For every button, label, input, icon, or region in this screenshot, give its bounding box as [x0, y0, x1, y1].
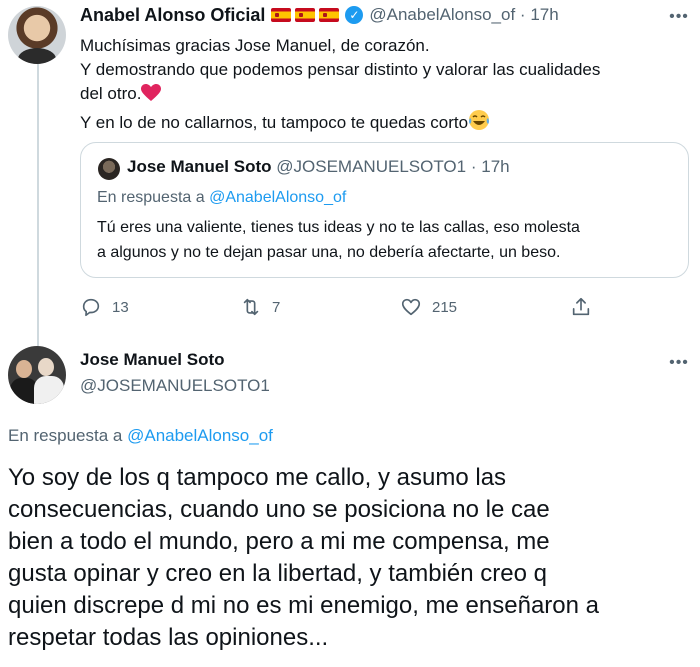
retweet-count: 7	[272, 298, 281, 316]
tweet1-author-name[interactable]: Anabel Alonso Oficial	[80, 5, 265, 26]
quoted-text-line: Tú eres una valiente, tienes tus ideas y…	[97, 219, 580, 236]
tweet1-more-icon[interactable]: •••	[668, 9, 690, 25]
reply-prefix: En respuesta a	[97, 189, 205, 206]
spain-flags	[267, 8, 340, 22]
tweet2-text-line: bien a todo el mundo, pero a mi me compe…	[8, 528, 550, 555]
reply-icon	[82, 298, 100, 317]
tweet2-author-name[interactable]: Jose Manuel Soto	[80, 350, 225, 370]
tweet1-avatar[interactable]	[8, 6, 66, 64]
quoted-author-name[interactable]: Jose Manuel Soto	[127, 157, 272, 176]
tweet2-more-icon[interactable]: •••	[668, 355, 690, 371]
spain-flag-icon	[319, 8, 340, 22]
quoted-reply-context: En respuesta a @AnabelAlonso_of	[97, 189, 346, 207]
retweet-button[interactable]: 7	[240, 294, 280, 320]
reply-count: 13	[112, 298, 129, 316]
tweet1-author-handle[interactable]: @AnabelAlonso_of	[369, 5, 515, 24]
share-icon	[572, 297, 590, 316]
thread-line	[37, 64, 39, 356]
tweet2-reply-context: En respuesta a @AnabelAlonso_of	[8, 426, 273, 446]
quoted-text: Tú eres una valiente, tienes tus ideas y…	[97, 215, 677, 265]
red-heart-emoji	[141, 84, 162, 109]
separator: ·	[519, 5, 526, 24]
verified-badge-icon: ✓	[345, 6, 364, 24]
quoted-author-handle[interactable]: @JOSEMANUELSOTO1	[276, 157, 466, 176]
tweet1-text-line: Muchísimas gracias Jose Manuel, de coraz…	[80, 36, 430, 55]
reply-button[interactable]: 13	[80, 294, 129, 320]
reply-prefix: En respuesta a	[8, 426, 123, 445]
share-button[interactable]	[570, 294, 592, 320]
tweet2-avatar[interactable]	[8, 346, 66, 404]
quoted-reply-to-link[interactable]: @AnabelAlonso_of	[209, 189, 346, 206]
tweet1-text-line: del otro.	[80, 84, 142, 103]
tweet1-text-line-wrap: Y en lo de no callarnos, tu tampoco te q…	[80, 109, 690, 138]
tweet2-text-line: quien discrepe d mi no es mi enemigo, me…	[8, 592, 599, 619]
tweet1-text-line-wrap: del otro.	[80, 82, 690, 109]
quoted-time[interactable]: 17h	[481, 157, 509, 176]
tweet1-text-line: Y demostrando que podemos pensar distint…	[80, 60, 601, 79]
tweet2-text-line: gusta opinar y creo en la libertad, y ta…	[8, 560, 547, 587]
quoted-tweet-avatar[interactable]	[98, 158, 120, 180]
like-count: 215	[432, 298, 458, 316]
tweet2-text-line: consecuencias, cuando uno se posiciona n…	[8, 496, 550, 523]
tweet2-author-handle[interactable]: @JOSEMANUELSOTO1	[80, 376, 270, 396]
spain-flag-icon	[295, 8, 316, 22]
tears-of-joy-emoji	[468, 109, 490, 138]
tweet1-text-line: Y en lo de no callarnos, tu tampoco te q…	[80, 113, 469, 132]
tweet2-text-line: respetar todas las opiniones...	[8, 624, 329, 651]
retweet-icon	[243, 298, 259, 316]
heart-icon	[401, 298, 421, 316]
tweet1-text: Muchísimas gracias Jose Manuel, de coraz…	[80, 34, 690, 138]
tweet1-header: Anabel Alonso Oficial ✓ @AnabelAlonso_of…	[80, 4, 559, 26]
quoted-text-line: a algunos y no te dejan pasar una, no de…	[97, 244, 561, 261]
quoted-tweet[interactable]: Jose Manuel Soto @JOSEMANUELSOTO1 · 17h …	[80, 142, 689, 278]
tweet1-time[interactable]: 17h	[530, 5, 558, 24]
like-button[interactable]: 215	[400, 294, 457, 320]
tweet1-action-bar: 13 7 215	[80, 294, 600, 320]
tweet2-reply-to-link[interactable]: @AnabelAlonso_of	[127, 426, 273, 445]
quoted-tweet-header: Jose Manuel Soto @JOSEMANUELSOTO1 · 17h	[127, 157, 510, 177]
tweet2-text-line: Yo soy de los q tampoco me callo, y asum…	[8, 464, 507, 491]
separator: ·	[470, 157, 477, 176]
spain-flag-icon	[271, 8, 292, 22]
tweet2-text: Yo soy de los q tampoco me callo, y asum…	[8, 462, 698, 654]
